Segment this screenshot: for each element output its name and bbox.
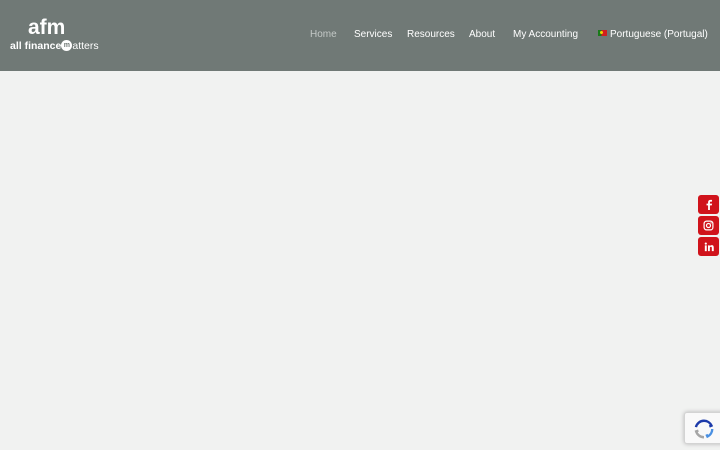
nav-about[interactable]: About	[469, 27, 495, 43]
nav-services[interactable]: Services	[354, 27, 392, 43]
recaptcha-badge[interactable]	[684, 412, 720, 444]
logo-tagline: all finance m atters	[10, 40, 99, 52]
linkedin-icon	[704, 242, 714, 251]
site-header: afm all finance m atters Home Services Res…	[0, 0, 720, 71]
recaptcha-icon	[694, 419, 714, 439]
language-label: Portuguese (Portugal)	[610, 29, 708, 40]
portugal-flag-icon	[598, 30, 607, 37]
linkedin-button[interactable]	[698, 237, 719, 256]
facebook-icon	[706, 199, 712, 210]
instagram-button[interactable]	[698, 216, 719, 235]
nav-my-accounting[interactable]: My Accounting	[513, 27, 578, 43]
language-switcher[interactable]: Portuguese (Portugal)	[598, 27, 708, 43]
nav-home[interactable]: Home	[310, 27, 337, 43]
site-logo[interactable]: afm all finance m atters	[10, 16, 102, 54]
instagram-icon	[703, 220, 714, 231]
logo-mark: afm	[28, 16, 66, 39]
nav-resources[interactable]: Resources	[407, 27, 455, 43]
facebook-button[interactable]	[698, 195, 719, 214]
